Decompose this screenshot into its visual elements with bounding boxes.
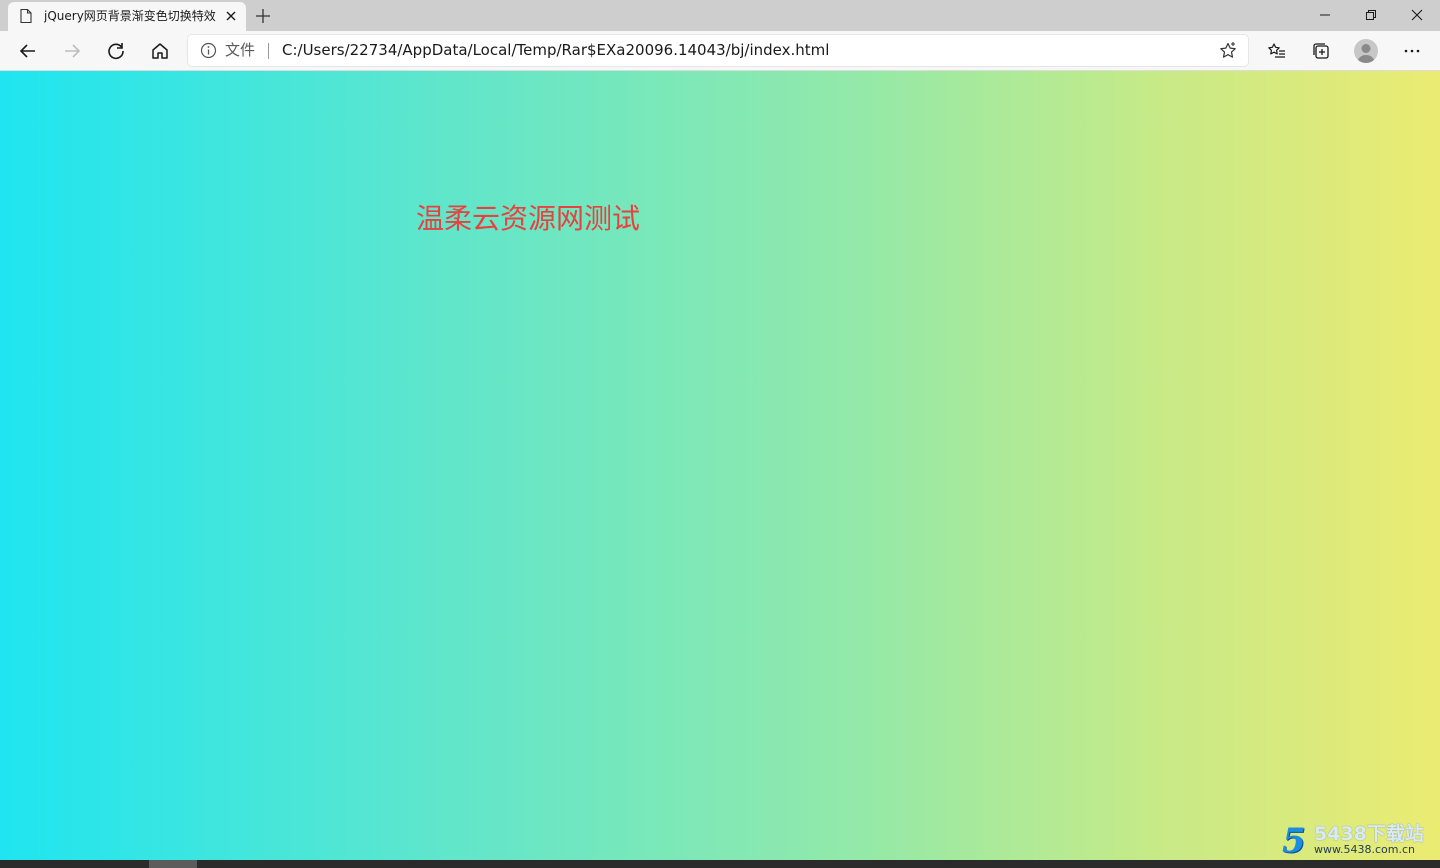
watermark-domain: www.5438.com.cn [1314,843,1415,856]
restore-icon [1366,10,1376,20]
favorites-button[interactable] [1262,37,1292,65]
back-icon [19,44,35,58]
refresh-icon [108,43,124,60]
close-window-button[interactable] [1394,0,1440,30]
home-icon [152,43,168,59]
taskbar-active-item[interactable] [149,860,197,868]
address-bar[interactable]: 文件 C:/Users/22734/AppData/Local/Temp/Rar… [188,35,1248,66]
address-separator [268,43,269,59]
back-button[interactable] [13,37,43,65]
url-text[interactable]: C:/Users/22734/AppData/Local/Temp/Rar$EX… [282,41,829,60]
watermark-digit: 5 [1282,821,1306,860]
tab-title: jQuery网页背景渐变色切换特效 [44,9,216,23]
minimize-button[interactable] [1302,0,1348,30]
close-icon [1411,9,1423,21]
page-icon [20,8,32,24]
restore-button[interactable] [1348,0,1394,30]
taskbar [0,860,1440,868]
toolbar: 文件 C:/Users/22734/AppData/Local/Temp/Rar… [0,31,1440,71]
more-icon [1404,49,1420,53]
favorites-icon [1268,43,1285,58]
watermark-logo: 5 5438下载站 www.5438.com.cn [1282,821,1424,860]
avatar[interactable] [1354,39,1378,63]
watermark-name: 5438下载站 [1314,823,1424,845]
info-icon[interactable] [200,42,217,59]
minimize-icon [1320,14,1330,16]
collections-button[interactable] [1306,37,1336,65]
page-heading-text: 温柔云资源网测试 [416,202,641,235]
more-button[interactable] [1397,37,1427,65]
forward-icon [65,44,81,58]
tab-active[interactable]: jQuery网页背景渐变色切换特效 [8,2,246,31]
page-content: 温柔云资源网测试 5 5438下载站 www.5438.com.cn [0,71,1440,860]
tab-close-icon[interactable] [222,7,240,25]
forward-button[interactable] [57,37,87,65]
user-icon [1357,44,1375,63]
new-tab-icon[interactable] [252,5,274,27]
home-button[interactable] [145,37,175,65]
star-icon[interactable] [1218,41,1238,61]
browser-window: jQuery网页背景渐变色切换特效 文件 C:/Users/22734/AppD… [0,0,1440,868]
origin-label: 文件 [225,41,256,59]
refresh-button[interactable] [101,37,131,65]
collections-icon [1313,43,1329,59]
tab-strip: jQuery网页背景渐变色切换特效 [0,0,1440,31]
